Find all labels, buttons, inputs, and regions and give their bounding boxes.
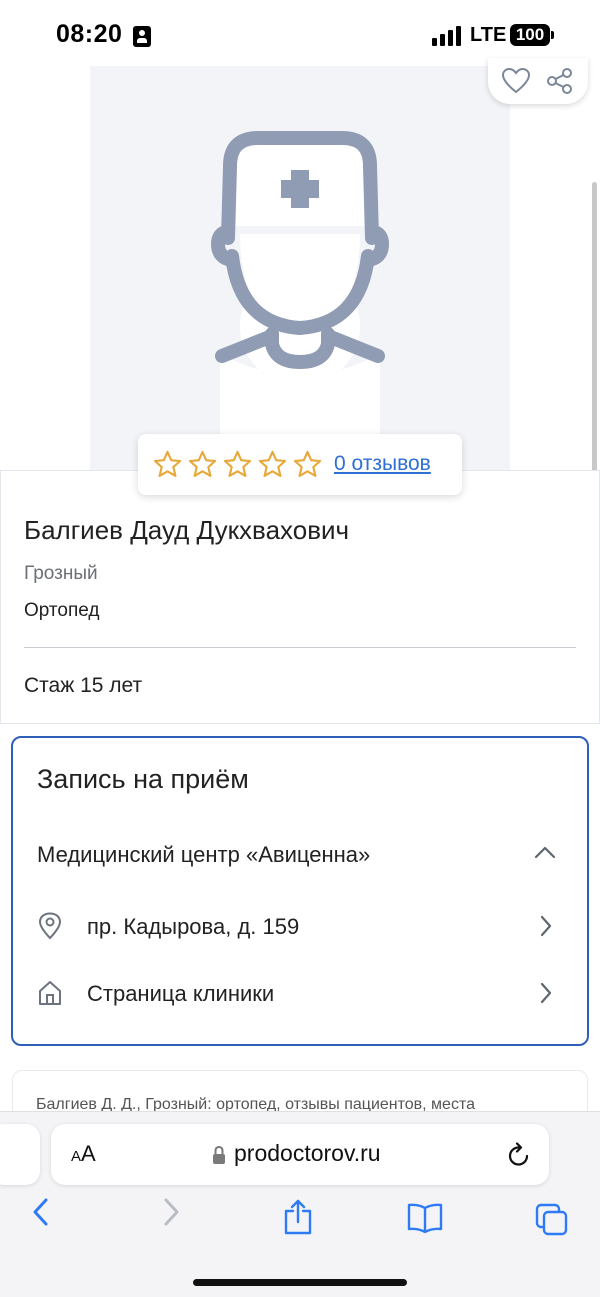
chevron-right-icon <box>540 982 552 1004</box>
bookmarks-icon[interactable] <box>406 1202 444 1234</box>
rating-box: 0 отзывов <box>138 434 462 495</box>
page-scrollbar[interactable] <box>592 182 597 517</box>
text-size-button[interactable]: AA <box>71 1141 96 1167</box>
star-icon <box>258 450 287 477</box>
share-icon[interactable] <box>546 67 574 95</box>
tabs-icon[interactable] <box>534 1202 570 1236</box>
appointment-title: Запись на приём <box>37 764 249 794</box>
status-time: 08:20 <box>56 20 123 48</box>
heart-icon[interactable] <box>502 68 530 94</box>
battery-icon: 100 <box>510 24 550 46</box>
doctor-specialty[interactable]: Ортопед <box>24 600 100 622</box>
star-icon <box>293 450 322 477</box>
network-type: LTE <box>470 24 507 46</box>
doctor-city: Грозный <box>24 563 98 584</box>
reload-icon[interactable] <box>506 1141 532 1169</box>
lock-icon <box>213 1145 225 1164</box>
home-icon <box>39 981 61 1005</box>
appointment-card: Запись на приём Медицинский центр «Авице… <box>11 736 589 1046</box>
status-bar: 08:20 LTE 100 <box>0 0 600 66</box>
chevron-up-icon[interactable] <box>533 844 557 860</box>
doctor-photo <box>90 66 510 470</box>
battery-tip <box>551 31 554 39</box>
reviews-link[interactable]: 0 отзывов <box>334 452 431 476</box>
home-indicator <box>193 1279 407 1286</box>
back-icon[interactable] <box>28 1196 54 1228</box>
clinic-address-row[interactable]: пр. Кадырова, д. 159 <box>13 900 587 952</box>
contact-card-icon <box>133 26 151 47</box>
star-icon <box>188 450 217 477</box>
previous-tab[interactable] <box>0 1124 40 1185</box>
star-icon <box>223 450 252 477</box>
cellular-signal-icon <box>432 26 462 46</box>
doctor-placeholder-icon <box>211 131 389 470</box>
star-icon <box>153 450 182 477</box>
clinic-page-link: Страница клиники <box>87 981 275 1006</box>
clinic-name[interactable]: Медицинский центр «Авиценна» <box>37 842 370 868</box>
address-bar[interactable]: AA prodoctorov.ru <box>51 1124 549 1185</box>
favorite-share-group <box>488 58 588 104</box>
doctor-experience: Стаж 15 лет <box>24 674 143 697</box>
star-rating <box>152 449 323 480</box>
share-sheet-icon[interactable] <box>282 1198 314 1236</box>
doctor-name: Балгиев Дауд Дукхвахович <box>24 515 350 545</box>
url-text: prodoctorov.ru <box>234 1140 381 1166</box>
location-pin-icon <box>38 912 62 940</box>
chevron-right-icon <box>540 915 552 937</box>
forward-icon[interactable] <box>158 1196 184 1228</box>
clinic-address: пр. Кадырова, д. 159 <box>87 914 300 939</box>
clinic-page-row[interactable]: Страница клиники <box>13 967 587 1019</box>
divider <box>24 647 576 648</box>
